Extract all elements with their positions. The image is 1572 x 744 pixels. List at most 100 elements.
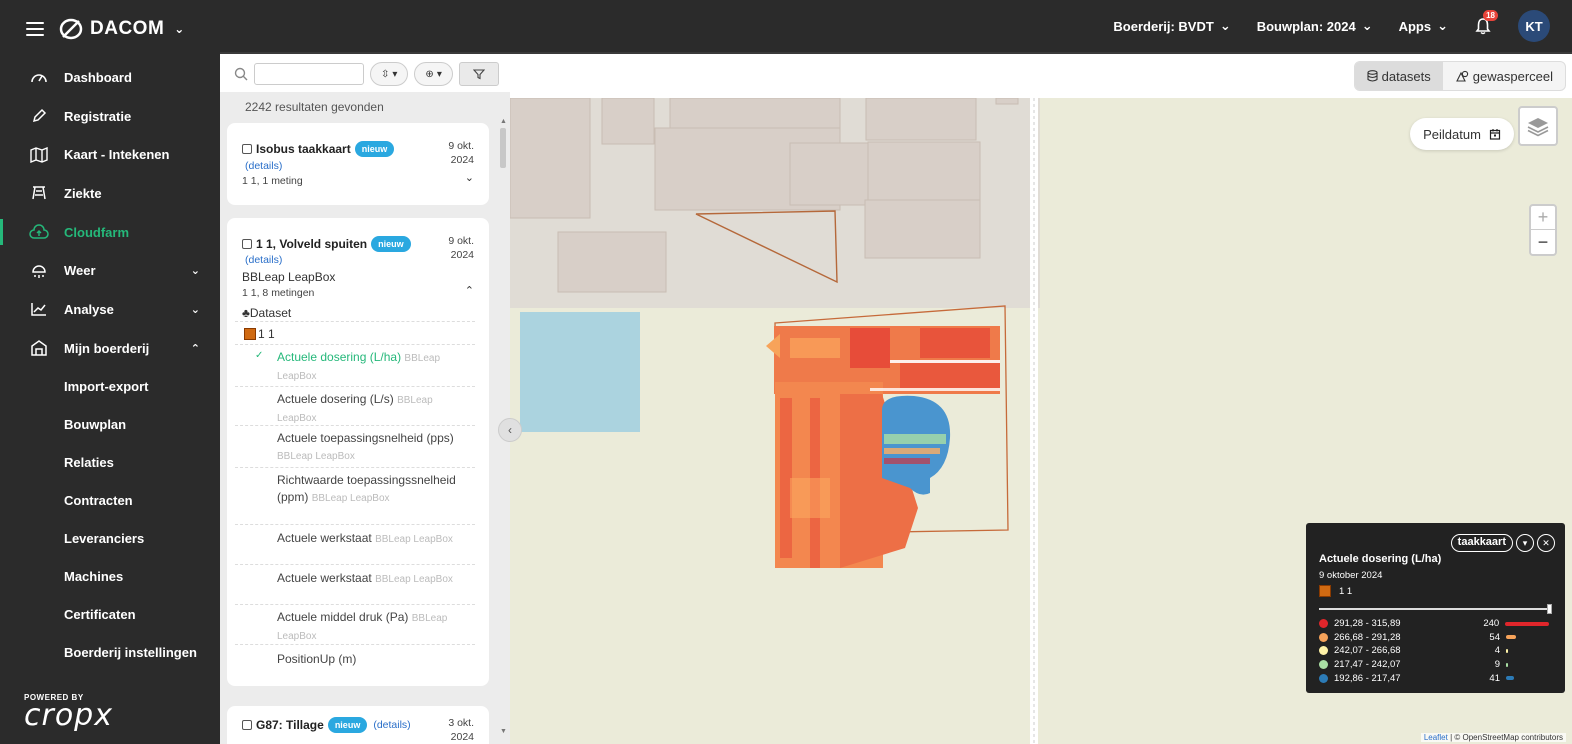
sidebar-item-label: Cloudfarm: [64, 224, 129, 240]
collapse-panel-button[interactable]: ‹: [498, 418, 522, 442]
notifications-button[interactable]: 18: [1474, 10, 1498, 35]
clover-icon: ♣: [242, 306, 250, 320]
slider-handle[interactable]: [1547, 604, 1552, 614]
chevron-down-icon[interactable]: ⌄: [465, 171, 474, 184]
notification-count-badge: 18: [1483, 10, 1498, 21]
sidebar-item-registratie[interactable]: Registratie: [0, 97, 220, 136]
list-item[interactable]: G87: Tillage nieuw (details) 3 okt. 2024: [227, 706, 489, 744]
sidebar-item-label: Registratie: [64, 108, 132, 124]
details-link[interactable]: (details): [245, 160, 282, 172]
details-link[interactable]: (details): [373, 719, 410, 731]
cloud-upload-icon: [28, 223, 50, 241]
opacity-slider[interactable]: [1319, 604, 1552, 614]
layers-button[interactable]: [1518, 106, 1558, 146]
brand-switcher[interactable]: DACOM ⌄: [58, 17, 185, 41]
item-date-year: 2024: [450, 249, 474, 261]
zoom-control: + −: [1529, 204, 1557, 256]
dataset-name: Actuele werkstaat: [277, 531, 372, 545]
chevron-down-icon: ⌄: [190, 265, 200, 278]
plus-circle-icon: ⊕: [425, 68, 434, 80]
apps-dropdown[interactable]: Apps ⌄: [1399, 18, 1448, 34]
scroll-up-icon[interactable]: ▲: [500, 118, 507, 125]
dataset-name: PositionUp (m): [277, 652, 357, 666]
sidebar-item-cloudfarm[interactable]: Cloudfarm: [0, 213, 220, 252]
sidebar-subitem-boerderij-instellingen[interactable]: Boerderij instellingen: [0, 634, 220, 672]
sidebar-item-label: Mijn boerderij: [64, 340, 150, 356]
dataset-item[interactable]: PositionUp (m): [277, 651, 467, 668]
dataset-item[interactable]: Actuele middel druk (Pa) BBLeap LeapBox: [277, 609, 467, 645]
add-button[interactable]: ⊕ ▾: [414, 62, 453, 86]
dataset-item[interactable]: Actuele toepassingsnelheid (pps) BBLeap …: [277, 430, 467, 465]
sidebar-subitem-relaties[interactable]: Relaties: [0, 444, 220, 482]
sidebar-subitem-certificaten[interactable]: Certificaten: [0, 596, 220, 634]
sidebar-subitem-contracten[interactable]: Contracten: [0, 482, 220, 520]
sidebar-item-kaart-intekenen[interactable]: Kaart - Intekenen: [0, 135, 220, 174]
dataset-item[interactable]: Actuele dosering (L/ha) BBLeap LeapBox: [277, 349, 467, 385]
dataset-list-panel: ⇳ ▾ ⊕ ▾ 2242 resultaten gevonden Isobus ta…: [220, 56, 510, 744]
select-checkbox[interactable]: [242, 720, 252, 730]
close-button[interactable]: ✕: [1537, 534, 1555, 552]
sidebar-item-label: Dashboard: [64, 69, 132, 85]
zoom-out-button[interactable]: −: [1531, 230, 1555, 254]
chevron-up-icon[interactable]: ⌃: [465, 284, 474, 297]
legend-count: 41: [1489, 672, 1500, 684]
sort-icon: ⇳: [381, 68, 390, 80]
sidebar-subitem-leveranciers[interactable]: Leveranciers: [0, 520, 220, 558]
dacom-logo-icon: [59, 18, 83, 40]
sidebar-subitem-machines[interactable]: Machines: [0, 558, 220, 596]
sidebar-subitem-import-export[interactable]: Import-export: [0, 368, 220, 406]
search-input[interactable]: [254, 63, 364, 85]
gewasperceel-label: gewasperceel: [1472, 68, 1553, 84]
list-item[interactable]: Isobus taakkaart nieuw 9 okt. 2024 (deta…: [227, 123, 489, 205]
results-count: 2242 resultaten gevonden: [245, 100, 384, 114]
dataset-item[interactable]: Actuele werkstaat BBLeap LeapBox: [277, 530, 467, 548]
sidebar-item-dashboard[interactable]: Dashboard: [0, 58, 220, 97]
sidebar-item-analyse[interactable]: Analyse ⌄: [0, 290, 220, 329]
filter-button[interactable]: [458, 62, 499, 86]
item-date-day: 9 okt.: [448, 140, 474, 152]
taakkaart-button[interactable]: taakkaart: [1450, 534, 1513, 552]
list-item[interactable]: 1 1, Volveld spuiten nieuw 9 okt. 2024 (…: [227, 218, 489, 686]
select-checkbox[interactable]: [242, 144, 252, 154]
dataset-item[interactable]: Richtwaarde toepassingssnelheid (ppm) BB…: [277, 472, 467, 507]
legend-title: Actuele dosering (L/ha): [1319, 553, 1442, 565]
datasets-toggle[interactable]: datasets: [1354, 62, 1443, 90]
gewasperceel-toggle[interactable]: gewasperceel: [1443, 62, 1565, 90]
hamburger-menu-icon[interactable]: [26, 22, 44, 36]
dropdown-button[interactable]: ▾: [1516, 534, 1534, 552]
building: [865, 98, 977, 141]
peildatum-button[interactable]: Peildatum: [1410, 118, 1514, 150]
building: [669, 98, 841, 129]
item-title: 1 1, Volveld spuiten: [256, 237, 368, 251]
top-bar: Boerderij: BVDT ⌄ Bouwplan: 2024 ⌄ Apps ⌄ 1…: [220, 0, 1572, 54]
sidebar-item-ziekte[interactable]: Ziekte: [0, 174, 220, 213]
leaflet-link[interactable]: Leaflet: [1424, 733, 1448, 742]
scrollbar-thumb[interactable]: [500, 128, 506, 168]
sidebar-item-mijn-boerderij[interactable]: Mijn boerderij ⌃: [0, 329, 220, 368]
new-badge: nieuw: [354, 141, 395, 157]
item-date-year: 2024: [450, 154, 474, 166]
scroll-down-icon[interactable]: ▼: [500, 728, 507, 735]
avatar[interactable]: KT: [1518, 10, 1550, 42]
sidebar-item-weer[interactable]: Weer ⌄: [0, 251, 220, 290]
dataset-item[interactable]: Actuele dosering (L/s) BBLeap LeapBox: [277, 391, 467, 427]
chevron-up-icon: ⌃: [190, 342, 200, 355]
dataset-item[interactable]: Actuele werkstaat BBLeap LeapBox: [277, 570, 467, 588]
dataset-source: BBLeap LeapBox: [375, 534, 453, 545]
legend-panel: taakkaart ▾ ✕ Actuele dosering (L/ha) 9 …: [1306, 523, 1565, 693]
legend-range: 291,28 - 315,89: [1333, 618, 1401, 629]
item-meta: 1 1, 8 metingen: [242, 287, 315, 299]
bouwplan-dropdown[interactable]: Bouwplan: 2024 ⌄: [1257, 18, 1373, 34]
brand-name: DACOM: [90, 18, 165, 39]
sort-button[interactable]: ⇳ ▾: [370, 62, 409, 86]
sidebar-subitem-bouwplan[interactable]: Bouwplan: [0, 406, 220, 444]
datasets-label: datasets: [1381, 68, 1431, 84]
farm-dropdown[interactable]: Boerderij: BVDT ⌄: [1113, 18, 1230, 34]
field-swatch: [244, 328, 256, 340]
zoom-in-button[interactable]: +: [1531, 206, 1555, 230]
as-applied-heatmap: [766, 326, 1000, 568]
legend-range: 242,07 - 266,68: [1334, 645, 1401, 657]
select-checkbox[interactable]: [242, 239, 252, 249]
details-link[interactable]: (details): [245, 254, 282, 266]
legend-row: 291,28 - 315,89 240: [1319, 617, 1549, 630]
